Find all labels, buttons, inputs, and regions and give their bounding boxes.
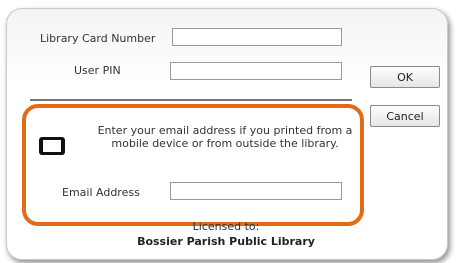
user-pin-input[interactable] — [170, 62, 342, 80]
email-address-label: Email Address — [62, 186, 140, 199]
email-section-highlight — [22, 104, 364, 226]
email-instructions: Enter your email address if you printed … — [97, 124, 353, 150]
licensee-name: Bossier Parish Public Library — [137, 235, 315, 248]
library-card-number-label: Library Card Number — [40, 32, 156, 45]
cancel-button[interactable]: Cancel — [370, 105, 440, 127]
mobile-device-icon — [39, 137, 65, 155]
ok-button[interactable]: OK — [370, 66, 440, 88]
library-card-number-input[interactable] — [172, 28, 342, 46]
licensed-to-label: Licensed to: — [192, 220, 260, 233]
section-divider — [30, 99, 352, 101]
email-address-input[interactable] — [170, 182, 342, 200]
user-pin-label: User PIN — [74, 64, 121, 77]
